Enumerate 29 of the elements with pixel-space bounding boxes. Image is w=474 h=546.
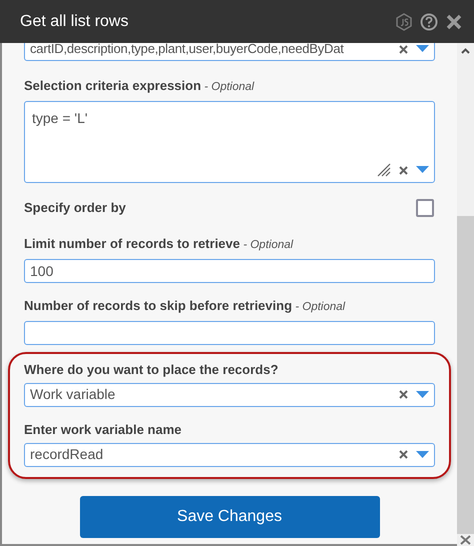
clear-icon[interactable]: [399, 450, 408, 459]
help-icon[interactable]: [420, 12, 438, 30]
dropdown-field[interactable]: cartID,description,type,plant,user,buyerCode,needByDat: [24, 43, 435, 61]
dropdown-caret-icon[interactable]: [416, 166, 429, 174]
dropdown-field[interactable]: Work variable: [24, 382, 435, 406]
dropdown-caret-icon[interactable]: [416, 450, 429, 458]
checkbox[interactable]: [416, 198, 434, 217]
dialog-title: Get all list rows: [20, 12, 130, 32]
field-label: Selection criteria expression - Optional: [24, 78, 256, 95]
js-hexagon-icon[interactable]: [396, 12, 412, 30]
field-label: Number of records to skip before retrieving - Optional: [24, 298, 346, 314]
resize-handle-icon[interactable]: [377, 163, 391, 177]
text-field[interactable]: [24, 320, 435, 344]
dropdown-field[interactable]: recordRead: [24, 442, 435, 466]
clear-icon[interactable]: [399, 390, 408, 399]
dropdown-caret-icon[interactable]: [416, 45, 429, 53]
field-label: Enter work variable name: [24, 422, 183, 436]
expression-field[interactable]: type = 'L': [24, 101, 435, 183]
clear-icon[interactable]: [399, 44, 408, 54]
clear-icon[interactable]: [399, 166, 408, 174]
close-icon[interactable]: [446, 14, 462, 30]
scrollbar[interactable]: [457, 43, 474, 546]
dropdown-caret-icon[interactable]: [416, 390, 429, 398]
save-button[interactable]: Save Changes: [80, 496, 380, 538]
field-label: Where do you want to place the records?: [24, 362, 280, 376]
field-label: Specify order by: [24, 199, 126, 217]
text-field[interactable]: 100: [24, 258, 435, 282]
field-label: Limit number of records to retrieve - Optional: [24, 236, 294, 252]
scroll-thumb[interactable]: [457, 216, 474, 534]
